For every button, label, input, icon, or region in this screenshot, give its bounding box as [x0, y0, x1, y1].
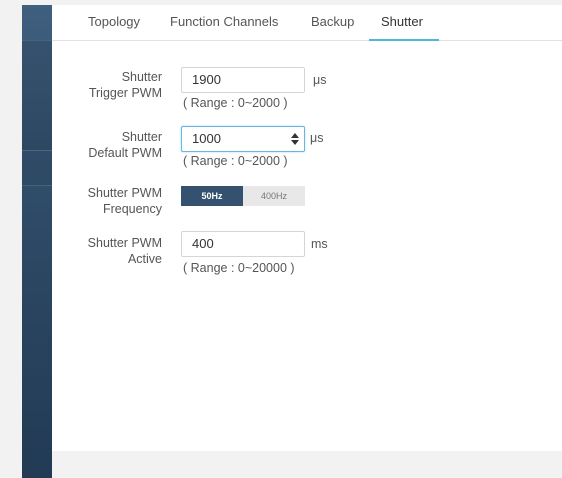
spin-down-icon[interactable] [291, 140, 299, 145]
pwm-frequency-label-line2: Frequency [102, 202, 162, 216]
default-pwm-unit: μs [310, 131, 324, 145]
tab-bar: Topology Function Channels Backup Shutte… [52, 5, 562, 41]
frequency-400hz-option[interactable]: 400Hz [243, 186, 305, 206]
tab-function-channels[interactable]: Function Channels [170, 14, 278, 29]
pwm-active-label-line1: Shutter PWM [87, 236, 162, 250]
pwm-active-range: ( Range : 0~20000 ) [183, 261, 295, 275]
tab-topology[interactable]: Topology [88, 14, 140, 29]
tab-shutter[interactable]: Shutter [381, 14, 423, 29]
trigger-pwm-range: ( Range : 0~2000 ) [183, 96, 288, 110]
default-pwm-range: ( Range : 0~2000 ) [183, 154, 288, 168]
trigger-pwm-label: Shutter Trigger PWM [52, 69, 162, 101]
spin-up-icon[interactable] [291, 133, 299, 138]
tab-backup[interactable]: Backup [311, 14, 354, 29]
sidebar [22, 5, 52, 478]
number-spinner[interactable] [290, 131, 300, 147]
frequency-50hz-option[interactable]: 50Hz [181, 186, 243, 206]
sidebar-divider [22, 185, 52, 186]
trigger-pwm-label-line1: Shutter [121, 70, 162, 84]
default-pwm-label-line1: Shutter [121, 130, 162, 144]
sidebar-item[interactable] [22, 40, 52, 150]
default-pwm-value: 1000 [192, 131, 221, 146]
pwm-active-label-line2: Active [127, 252, 162, 266]
pwm-active-label: Shutter PWM Active [52, 235, 162, 267]
pwm-active-input[interactable]: 400 [181, 231, 305, 257]
trigger-pwm-unit: μs [313, 73, 327, 87]
pwm-active-unit: ms [311, 237, 328, 251]
trigger-pwm-label-line2: Trigger PWM [88, 86, 162, 100]
sidebar-item[interactable] [22, 151, 52, 185]
default-pwm-label: Shutter Default PWM [52, 129, 162, 161]
active-tab-indicator [369, 39, 439, 41]
default-pwm-input[interactable]: 1000 [181, 126, 305, 152]
pwm-frequency-label: Shutter PWM Frequency [52, 185, 162, 217]
content-panel: Topology Function Channels Backup Shutte… [52, 5, 562, 451]
default-pwm-label-line2: Default PWM [88, 146, 162, 160]
trigger-pwm-input[interactable]: 1900 [181, 67, 305, 93]
pwm-frequency-label-line1: Shutter PWM [87, 186, 162, 200]
